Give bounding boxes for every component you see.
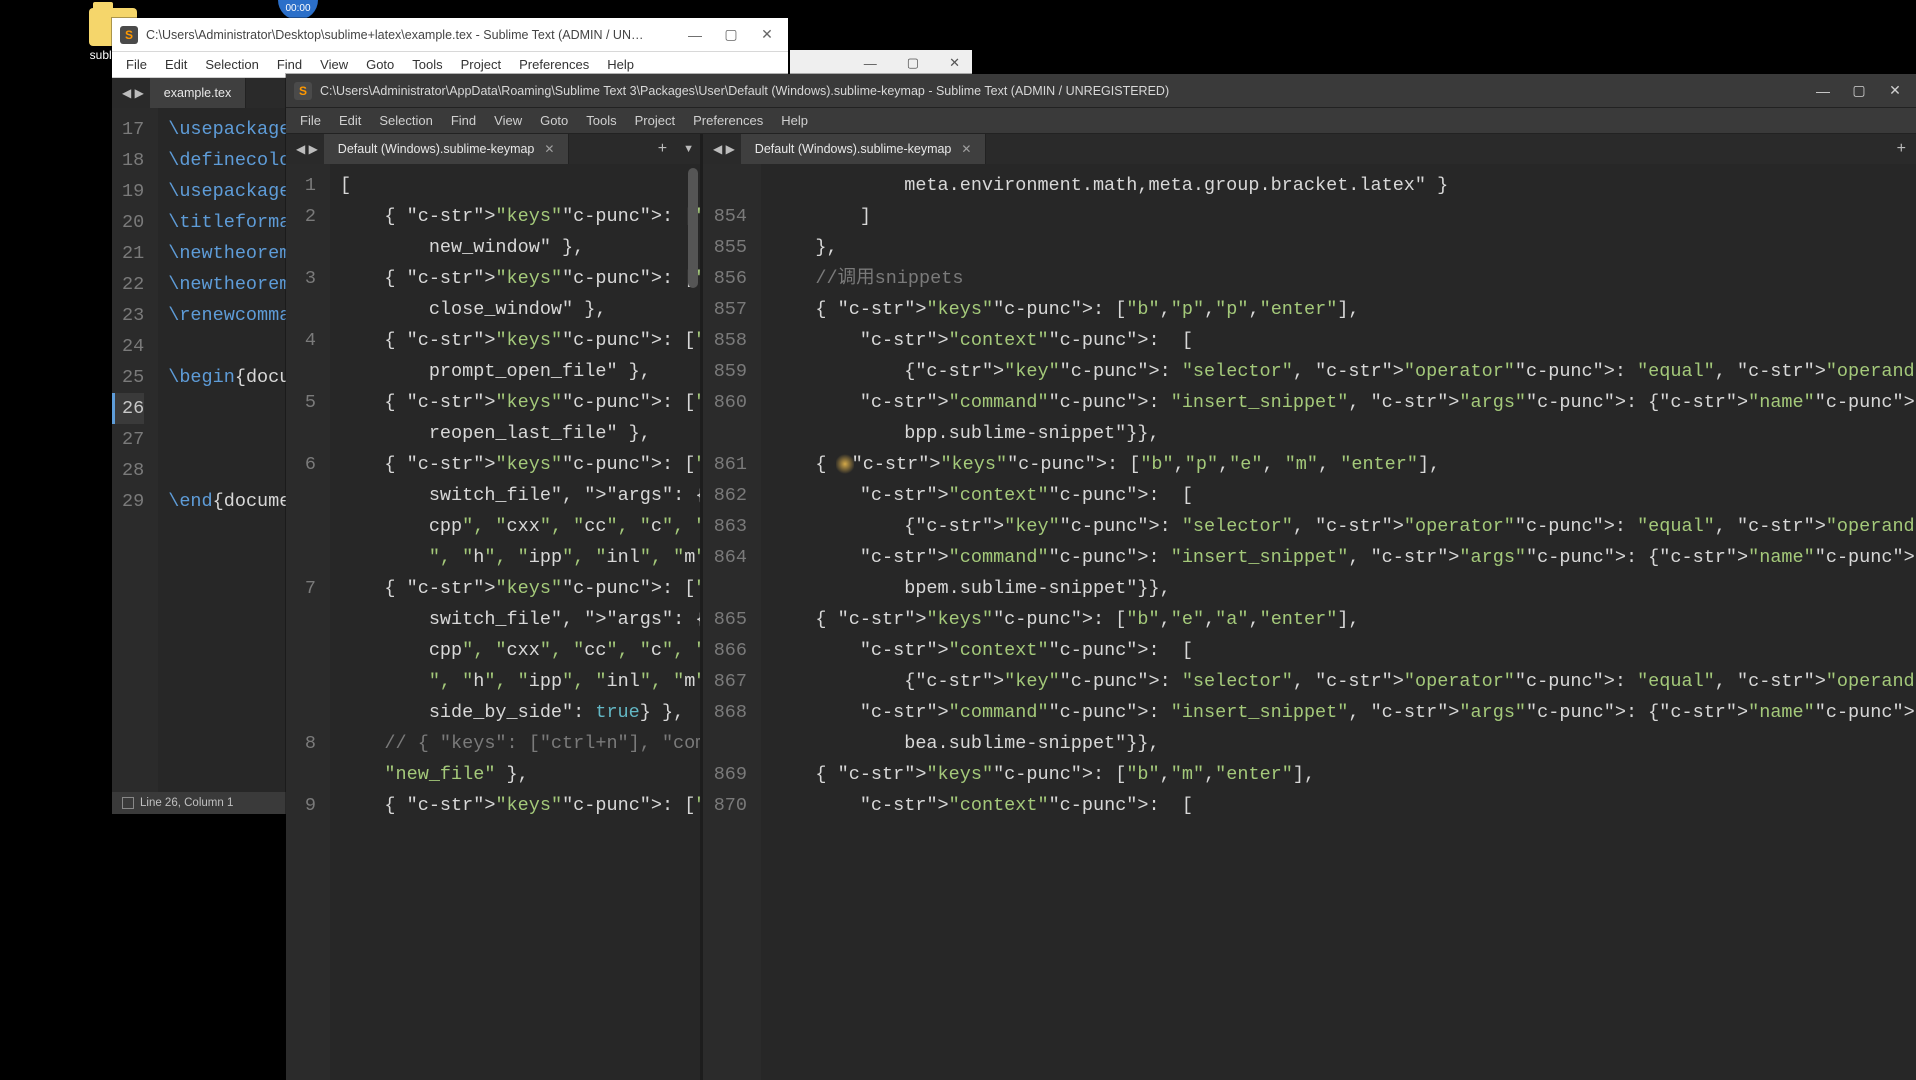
status-text: Line 26, Column 1 bbox=[140, 797, 233, 809]
minimize-button[interactable]: — bbox=[1816, 84, 1830, 98]
status-icon bbox=[122, 797, 134, 809]
menu-edit[interactable]: Edit bbox=[157, 55, 195, 74]
new-tab-button[interactable]: + bbox=[648, 134, 677, 164]
scrollbar[interactable] bbox=[688, 168, 698, 288]
tab-keymap-left[interactable]: Default (Windows).sublime-keymap ✕ bbox=[324, 134, 570, 164]
menu-project[interactable]: Project bbox=[627, 111, 683, 130]
menubar: FileEditSelectionFindViewGotoToolsProjec… bbox=[286, 108, 1916, 134]
maximize-button[interactable]: ▢ bbox=[724, 28, 738, 42]
maximize-button[interactable]: ▢ bbox=[907, 55, 919, 71]
tab-row-left: ◀ ▶ Default (Windows).sublime-keymap ✕ +… bbox=[286, 134, 700, 164]
window-title: C:\Users\Administrator\AppData\Roaming\S… bbox=[320, 84, 1169, 98]
tab-label: Default (Windows).sublime-keymap bbox=[338, 142, 535, 156]
tab-example-tex[interactable]: example.tex bbox=[150, 78, 246, 108]
menu-file[interactable]: File bbox=[292, 111, 329, 130]
menu-help[interactable]: Help bbox=[599, 55, 642, 74]
titlebar[interactable]: S C:\Users\Administrator\Desktop\sublime… bbox=[112, 18, 788, 52]
tab-label: example.tex bbox=[164, 86, 231, 100]
menu-preferences[interactable]: Preferences bbox=[511, 55, 597, 74]
menu-project[interactable]: Project bbox=[453, 55, 509, 74]
menu-goto[interactable]: Goto bbox=[358, 55, 402, 74]
sublime-logo-icon: S bbox=[120, 26, 138, 44]
window-title: C:\Users\Administrator\Desktop\sublime+l… bbox=[146, 28, 646, 42]
titlebar[interactable]: S C:\Users\Administrator\AppData\Roaming… bbox=[286, 74, 1916, 108]
minimize-button[interactable]: — bbox=[864, 56, 877, 71]
sublime-window-keymap: S C:\Users\Administrator\AppData\Roaming… bbox=[286, 74, 1916, 1080]
new-tab-button[interactable]: + bbox=[1887, 134, 1916, 164]
tab-nav-arrows[interactable]: ◀ ▶ bbox=[707, 134, 741, 164]
close-icon[interactable]: ✕ bbox=[961, 142, 971, 156]
close-button[interactable]: ✕ bbox=[760, 28, 774, 42]
tab-label: Default (Windows).sublime-keymap bbox=[755, 142, 952, 156]
menu-edit[interactable]: Edit bbox=[331, 111, 369, 130]
menu-view[interactable]: View bbox=[312, 55, 356, 74]
tab-nav-arrows[interactable]: ◀ ▶ bbox=[290, 134, 324, 164]
tab-nav-arrows[interactable]: ◀ ▶ bbox=[116, 78, 150, 108]
tab-keymap-right[interactable]: Default (Windows).sublime-keymap ✕ bbox=[741, 134, 987, 164]
line-gutter: 17181920212223242526272829 bbox=[112, 108, 158, 792]
code-area[interactable]: meta.environment.math,meta.group.bracket… bbox=[761, 164, 1916, 1080]
line-gutter: 123456789 bbox=[286, 164, 330, 1080]
tab-dropdown[interactable]: ▼ bbox=[677, 134, 700, 164]
menu-view[interactable]: View bbox=[486, 111, 530, 130]
tab-row-right: ◀ ▶ Default (Windows).sublime-keymap ✕ + bbox=[703, 134, 1916, 164]
menu-file[interactable]: File bbox=[118, 55, 155, 74]
background-window-controls: — ▢ ✕ bbox=[790, 50, 972, 76]
menu-tools[interactable]: Tools bbox=[578, 111, 624, 130]
menu-find[interactable]: Find bbox=[443, 111, 484, 130]
clock-badge: 00:00 bbox=[278, 0, 318, 20]
menu-tools[interactable]: Tools bbox=[404, 55, 450, 74]
close-icon[interactable]: ✕ bbox=[544, 142, 554, 156]
editor-left[interactable]: 123456789 [ { "c-str">"keys""c-punc">: [… bbox=[286, 164, 700, 1080]
menu-selection[interactable]: Selection bbox=[371, 111, 440, 130]
line-gutter: 8548558568578588598608618628638648658668… bbox=[703, 164, 761, 1080]
sublime-logo-icon: S bbox=[294, 82, 312, 100]
code-area[interactable]: [ { "c-str">"keys""c-punc">: ["ctrl+shif… bbox=[330, 164, 700, 1080]
menu-find[interactable]: Find bbox=[269, 55, 310, 74]
menu-help[interactable]: Help bbox=[773, 111, 816, 130]
maximize-button[interactable]: ▢ bbox=[1852, 84, 1866, 98]
menu-goto[interactable]: Goto bbox=[532, 111, 576, 130]
menu-selection[interactable]: Selection bbox=[197, 55, 266, 74]
close-button[interactable]: ✕ bbox=[1888, 84, 1902, 98]
menu-preferences[interactable]: Preferences bbox=[685, 111, 771, 130]
close-button[interactable]: ✕ bbox=[949, 55, 960, 71]
editor-right[interactable]: 8548558568578588598608618628638648658668… bbox=[703, 164, 1916, 1080]
minimize-button[interactable]: — bbox=[688, 28, 702, 42]
